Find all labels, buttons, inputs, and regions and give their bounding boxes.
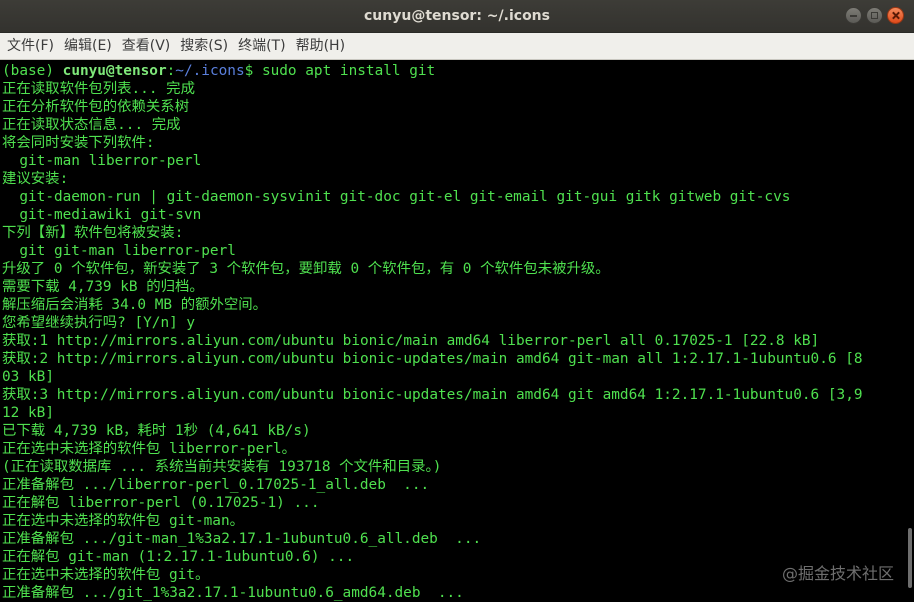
output-line: git-mediawiki git-svn: [2, 207, 202, 223]
output-line: git-man liberror-perl: [2, 153, 202, 169]
output-line: 下列【新】软件包将被安装:: [2, 225, 184, 241]
window-controls: [845, 7, 904, 25]
prompt-symbol: $: [244, 63, 262, 79]
output-line: 正在读取软件包列表... 完成: [2, 81, 195, 97]
terminal-output-area[interactable]: (base) cunyu@tensor:~/.icons$ sudo apt i…: [0, 60, 904, 602]
output-line: 03 kB]: [2, 369, 54, 385]
output-line: 正在选中未选择的软件包 liberror-perl。: [2, 441, 296, 457]
prompt-colon: :: [166, 63, 176, 79]
terminal-lines: (base) cunyu@tensor:~/.icons$ sudo apt i…: [2, 62, 902, 602]
menu-edit[interactable]: 编辑(E): [60, 33, 116, 60]
output-line: 获取:3 http://mirrors.aliyun.com/ubuntu bi…: [2, 387, 863, 403]
output-line: 正准备解包 .../liberror-perl_0.17025-1_all.de…: [2, 477, 430, 493]
output-line: 正准备解包 .../git_1%3a2.17.1-1ubuntu0.6_amd6…: [2, 585, 464, 601]
output-line: 升级了 0 个软件包，新安装了 3 个软件包，要卸载 0 个软件包，有 0 个软…: [2, 261, 610, 277]
output-line: 需要下载 4,739 kB 的归档。: [2, 279, 204, 295]
menu-help[interactable]: 帮助(H): [292, 33, 349, 60]
output-line: 建议安装:: [2, 171, 69, 187]
vertical-scrollbar[interactable]: [906, 60, 914, 602]
output-line: 正在读取状态信息... 完成: [2, 117, 181, 133]
output-line: 12 kB]: [2, 405, 54, 421]
output-line: 解压缩后会消耗 34.0 MB 的额外空间。: [2, 297, 268, 313]
prompt-env: (base): [2, 63, 63, 79]
output-line: 正在选中未选择的软件包 git-man。: [2, 513, 244, 529]
output-line: 正准备解包 .../git-man_1%3a2.17.1-1ubuntu0.6_…: [2, 531, 482, 547]
output-line: 正在解包 git-man (1:2.17.1-1ubuntu0.6) ...: [2, 549, 355, 565]
output-line: 获取:2 http://mirrors.aliyun.com/ubuntu bi…: [2, 351, 863, 367]
output-line: 获取:1 http://mirrors.aliyun.com/ubuntu bi…: [2, 333, 820, 349]
output-line: 您希望继续执行吗? [Y/n] y: [2, 315, 196, 331]
menu-view[interactable]: 查看(V): [118, 33, 175, 60]
menu-search[interactable]: 搜索(S): [176, 33, 232, 60]
menu-terminal[interactable]: 终端(T): [234, 33, 289, 60]
title-bar[interactable]: cunyu@tensor: ~/.icons: [0, 0, 914, 33]
menu-file[interactable]: 文件(F): [3, 33, 58, 60]
maximize-button[interactable]: [866, 7, 883, 24]
output-line: 正在选中未选择的软件包 git。: [2, 567, 210, 583]
prompt-user-host: cunyu@tensor: [62, 63, 167, 79]
output-line: git git-man liberror-perl: [2, 243, 236, 259]
prompt-path: ~/.icons: [175, 63, 245, 79]
watermark-text: @掘金技术社区: [781, 564, 894, 583]
terminal-window: cunyu@tensor: ~/.icons 文件(F) 编辑(E) 查看(V)…: [0, 0, 914, 602]
output-line: 将会同时安装下列软件:: [2, 135, 155, 151]
output-line: 正在分析软件包的依赖关系树: [2, 99, 190, 115]
window-title: cunyu@tensor: ~/.icons: [364, 8, 550, 24]
scrollbar-thumb[interactable]: [908, 528, 912, 588]
close-button[interactable]: [887, 7, 904, 24]
menu-bar: 文件(F) 编辑(E) 查看(V) 搜索(S) 终端(T) 帮助(H): [0, 33, 914, 60]
output-line: 正在解包 liberror-perl (0.17025-1) ...: [2, 495, 320, 511]
prompt-command: sudo apt install git: [261, 63, 436, 79]
output-line: git-daemon-run | git-daemon-sysvinit git…: [2, 189, 791, 205]
prompt-line: (base) cunyu@tensor:~/.icons$ sudo apt i…: [2, 62, 902, 80]
minimize-button[interactable]: [845, 7, 862, 24]
output-line: 已下载 4,739 kB，耗时 1秒 (4,641 kB/s): [2, 423, 311, 439]
output-line: (正在读取数据库 ... 系统当前共安装有 193718 个文件和目录。): [2, 459, 442, 475]
